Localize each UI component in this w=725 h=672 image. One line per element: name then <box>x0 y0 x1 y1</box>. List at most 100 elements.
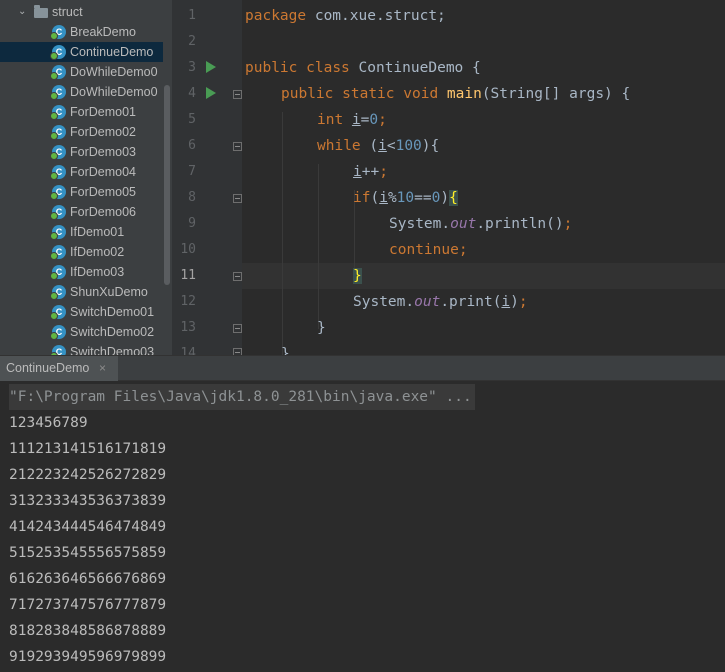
code-editor[interactable]: package com.xue.struct; public class Con… <box>242 0 725 355</box>
console-output-line: 515253545556575859 <box>9 545 167 561</box>
tree-item-fordemo02[interactable]: C ForDemo02 <box>0 122 163 142</box>
indent-guide <box>318 164 319 329</box>
run-class-icon[interactable] <box>206 61 216 73</box>
java-class-icon: C <box>50 205 66 220</box>
code-line-5: int i=0; <box>317 112 387 128</box>
folder-icon <box>34 5 48 18</box>
run-tool-window-tabs: ContinueDemo × <box>0 355 725 381</box>
java-class-icon: C <box>50 125 66 140</box>
tree-item-ifdemo01[interactable]: C IfDemo01 <box>0 222 163 242</box>
tree-item-label: IfDemo02 <box>70 245 125 259</box>
tree-folder-label: struct <box>52 5 83 19</box>
tree-item-breakdemo[interactable]: C BreakDemo <box>0 22 163 42</box>
current-line-highlight <box>242 263 725 289</box>
line-number: 12 <box>180 294 196 309</box>
tree-item-label: SwitchDemo03 <box>70 345 155 355</box>
java-class-icon: C <box>50 285 66 300</box>
console-output-line: 616263646566676869 <box>9 571 167 587</box>
code-line-6: while (i<100){ <box>317 138 440 154</box>
java-class-icon: C <box>50 325 66 340</box>
tree-scrollbar[interactable] <box>164 85 170 285</box>
project-tree: ⌄ struct C BreakDemo C ContinueDemo C DoWhi… <box>0 0 172 355</box>
java-class-icon: C <box>50 345 66 355</box>
tree-item-label: DoWhileDemo0 <box>70 65 158 79</box>
console-output-line: 123456789 <box>9 415 88 431</box>
tree-item-fordemo03[interactable]: C ForDemo03 <box>0 142 163 162</box>
tree-item-shunxudemo[interactable]: C ShunXuDemo <box>0 282 163 302</box>
code-line-14: } <box>281 346 290 355</box>
run-main-icon[interactable] <box>206 87 216 99</box>
run-console[interactable]: "F:\Program Files\Java\jdk1.8.0_281\bin\… <box>0 381 725 672</box>
java-class-icon: C <box>50 185 66 200</box>
code-line-12: System.out.print(i); <box>353 294 528 310</box>
tree-item-switchdemo03[interactable]: C SwitchDemo03 <box>0 342 163 355</box>
chevron-down-icon[interactable]: ⌄ <box>18 2 26 22</box>
editor-gutter: 1 2 3 4 5 6 7 8 9 10 11 12 13 14 <box>172 0 242 361</box>
code-line-11: } <box>353 268 362 284</box>
tree-item-label: ContinueDemo <box>70 45 154 59</box>
line-number: 1 <box>188 8 196 23</box>
tree-item-fordemo05[interactable]: C ForDemo05 <box>0 182 163 202</box>
tree-item-label: ShunXuDemo <box>70 285 148 299</box>
line-number: 9 <box>188 216 196 231</box>
code-line-3: public class ContinueDemo { <box>245 60 481 76</box>
fold-icon[interactable] <box>233 272 242 281</box>
tree-item-ifdemo03[interactable]: C IfDemo03 <box>0 262 163 282</box>
tree-item-dowhiledemo02[interactable]: C DoWhileDemo0 <box>0 82 163 102</box>
line-number: 6 <box>188 138 196 153</box>
code-line-1: package com.xue.struct; <box>245 8 446 24</box>
console-output-line: 313233343536373839 <box>9 493 167 509</box>
console-output-line: 414243444546474849 <box>9 519 167 535</box>
tree-item-dowhiledemo01[interactable]: C DoWhileDemo0 <box>0 62 163 82</box>
line-number: 8 <box>188 190 196 205</box>
console-output-line: 717273747576777879 <box>9 597 167 613</box>
line-number: 10 <box>180 242 196 257</box>
fold-icon[interactable] <box>233 324 242 333</box>
line-number: 7 <box>188 164 196 179</box>
tree-item-fordemo04[interactable]: C ForDemo04 <box>0 162 163 182</box>
java-class-icon: C <box>50 305 66 320</box>
tree-item-continuedemo[interactable]: C ContinueDemo <box>0 42 163 62</box>
code-line-8: if(i%10==0){ <box>353 190 458 206</box>
tree-item-label: DoWhileDemo0 <box>70 85 158 99</box>
tree-item-label: ForDemo04 <box>70 165 136 179</box>
tree-item-label: BreakDemo <box>70 25 136 39</box>
tree-item-label: ForDemo01 <box>70 105 136 119</box>
run-tab-continuedemo[interactable]: ContinueDemo × <box>0 356 118 381</box>
tree-item-fordemo06[interactable]: C ForDemo06 <box>0 202 163 222</box>
line-number: 2 <box>188 34 196 49</box>
java-class-icon: C <box>50 65 66 80</box>
java-class-icon: C <box>50 45 66 60</box>
tree-folder-struct[interactable]: ⌄ struct <box>0 2 163 22</box>
line-number: 13 <box>180 320 196 335</box>
console-output-line: 111213141516171819 <box>9 441 167 457</box>
line-number: 5 <box>188 112 196 127</box>
tree-item-ifdemo02[interactable]: C IfDemo02 <box>0 242 163 262</box>
close-icon[interactable]: × <box>99 356 106 381</box>
indent-guide <box>282 112 283 355</box>
tree-item-label: ForDemo05 <box>70 185 136 199</box>
line-number: 3 <box>188 60 196 75</box>
console-output-line: 818283848586878889 <box>9 623 167 639</box>
fold-icon[interactable] <box>233 194 242 203</box>
console-command-line[interactable]: "F:\Program Files\Java\jdk1.8.0_281\bin\… <box>9 384 475 410</box>
java-class-icon: C <box>50 105 66 120</box>
tree-item-label: SwitchDemo01 <box>70 305 155 319</box>
tree-item-switchdemo02[interactable]: C SwitchDemo02 <box>0 322 163 342</box>
tree-item-label: ForDemo06 <box>70 205 136 219</box>
tree-item-label: IfDemo03 <box>70 265 125 279</box>
code-line-9: System.out.println(); <box>389 216 573 232</box>
java-class-icon: C <box>50 265 66 280</box>
tree-item-label: IfDemo01 <box>70 225 125 239</box>
tree-item-switchdemo01[interactable]: C SwitchDemo01 <box>0 302 163 322</box>
java-class-icon: C <box>50 165 66 180</box>
java-class-icon: C <box>50 225 66 240</box>
fold-icon[interactable] <box>233 90 242 99</box>
fold-icon[interactable] <box>233 142 242 151</box>
code-line-7: i++; <box>353 164 388 180</box>
tree-item-label: ForDemo02 <box>70 125 136 139</box>
line-number: 4 <box>188 86 196 101</box>
code-line-4: public static void main(String[] args) { <box>281 86 631 102</box>
tree-item-fordemo01[interactable]: C ForDemo01 <box>0 102 163 122</box>
tree-item-label: SwitchDemo02 <box>70 325 155 339</box>
